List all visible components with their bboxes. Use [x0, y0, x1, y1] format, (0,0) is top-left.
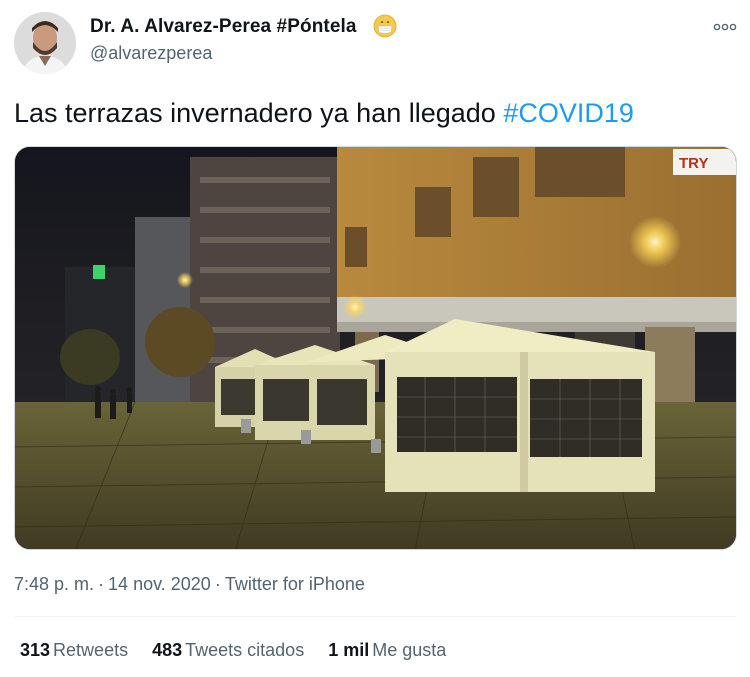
retweets-count: 313 — [20, 640, 51, 660]
likes-stat[interactable]: 1 mil Me gusta — [328, 640, 446, 660]
tweet-photo[interactable]: TRY — [14, 146, 737, 550]
face-with-mask-emoji — [373, 14, 397, 38]
avatar-image — [14, 12, 76, 74]
more-dots-icon[interactable] — [712, 20, 738, 34]
tweet-stats: 313 Retweets 483 Tweets citados 1 mil Me gust… — [20, 640, 470, 661]
hashtag-link[interactable]: #COVID19 — [503, 98, 634, 128]
retweets-label: Retweets — [53, 640, 129, 660]
user-handle[interactable]: @alvarezperea — [90, 43, 212, 64]
retweets-stat[interactable]: 313 Retweets — [20, 640, 128, 660]
tweet-meta: 7:48 p. m. · 14 nov. 2020 · Twitter for iPho… — [14, 574, 365, 595]
tweet-date[interactable]: 14 nov. 2020 — [108, 574, 211, 594]
quotes-label: Tweets citados — [185, 640, 305, 660]
meta-separator: · — [98, 574, 105, 594]
avatar[interactable] — [14, 12, 76, 74]
divider — [14, 616, 736, 617]
storefront-sign: TRY — [679, 155, 708, 172]
display-name[interactable]: Dr. A. Alvarez-Perea #Póntela — [90, 16, 357, 38]
tweet-source[interactable]: Twitter for iPhone — [225, 574, 365, 594]
meta-separator: · — [214, 574, 221, 594]
tweet-time[interactable]: 7:48 p. m. — [14, 574, 94, 594]
tweet-body: Las terrazas invernadero ya han llegado — [14, 98, 504, 128]
tweet-text: Las terrazas invernadero ya han llegado … — [14, 97, 634, 129]
quote-tweets-stat[interactable]: 483 Tweets citados — [152, 640, 304, 660]
likes-count: 1 mil — [328, 640, 370, 660]
quotes-count: 483 — [152, 640, 183, 660]
likes-label: Me gusta — [372, 640, 447, 660]
photo-scene: TRY — [15, 147, 736, 549]
